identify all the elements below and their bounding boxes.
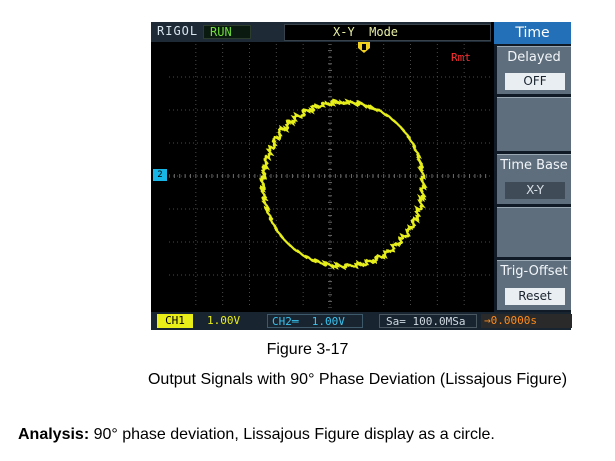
menu-item-blank-1[interactable] [497,97,571,151]
menu-item-value: X-Y [505,182,565,199]
sample-rate: Sa= 100.0MSa [379,314,477,328]
figure-caption: Output Signals with 90° Phase Deviation … [147,371,568,388]
analysis-label: Analysis: [18,426,90,443]
mode-title-box: X-Y Mode [284,24,491,41]
menu-title: Time [494,22,571,44]
menu-item-delayed[interactable]: Delayed OFF [497,46,571,94]
figure-number: Figure 3-17 [266,341,349,358]
mode-title: X-Y Mode [333,25,399,39]
menu-item-blank-2[interactable] [497,207,571,257]
menu-item-label: Delayed [507,50,561,65]
xy-display-grid [169,44,491,308]
trigger-offset: →0.0000s [481,314,572,328]
analysis-text: Analysis: 90° phase deviation, Lissajous… [18,426,495,444]
menu-item-label: Time Base [500,158,568,173]
lissajous-circle [258,98,428,271]
ch2-scale: CH2═ 1.00V [267,314,363,328]
brand-logo: RIGOL [157,24,199,38]
ch1-scale: 1.00V [207,314,241,327]
top-status-bar: RIGOL RUN X-Y Mode [151,22,491,42]
side-menu: Time Delayed OFF Time Base X-Y Trig-Offs… [494,22,571,312]
menu-item-time-base[interactable]: Time Base X-Y [497,154,571,204]
menu-item-value: OFF [505,73,565,90]
run-status-box: RUN [203,25,251,39]
run-status: RUN [210,25,232,39]
menu-item-value: Reset [505,288,565,305]
lissajous-trace [258,98,428,271]
trigger-position-icon [358,42,370,53]
menu-item-label: Trig-Offset [500,264,568,279]
ch2-marker: 2 [153,169,167,181]
analysis-body: 90° phase deviation, Lissajous Figure di… [89,426,495,443]
menu-item-trig-offset[interactable]: Trig-Offset Reset [497,260,571,310]
remote-indicator: Rmt [451,51,471,64]
oscilloscope-screen: RIGOL RUN X-Y Mode 2 Rmt Time Delayed OF… [151,22,572,330]
bottom-status-bar: CH1 1.00V CH2═ 1.00V Sa= 100.0MSa →0.000… [151,312,572,330]
ch1-badge: CH1 [157,314,193,328]
